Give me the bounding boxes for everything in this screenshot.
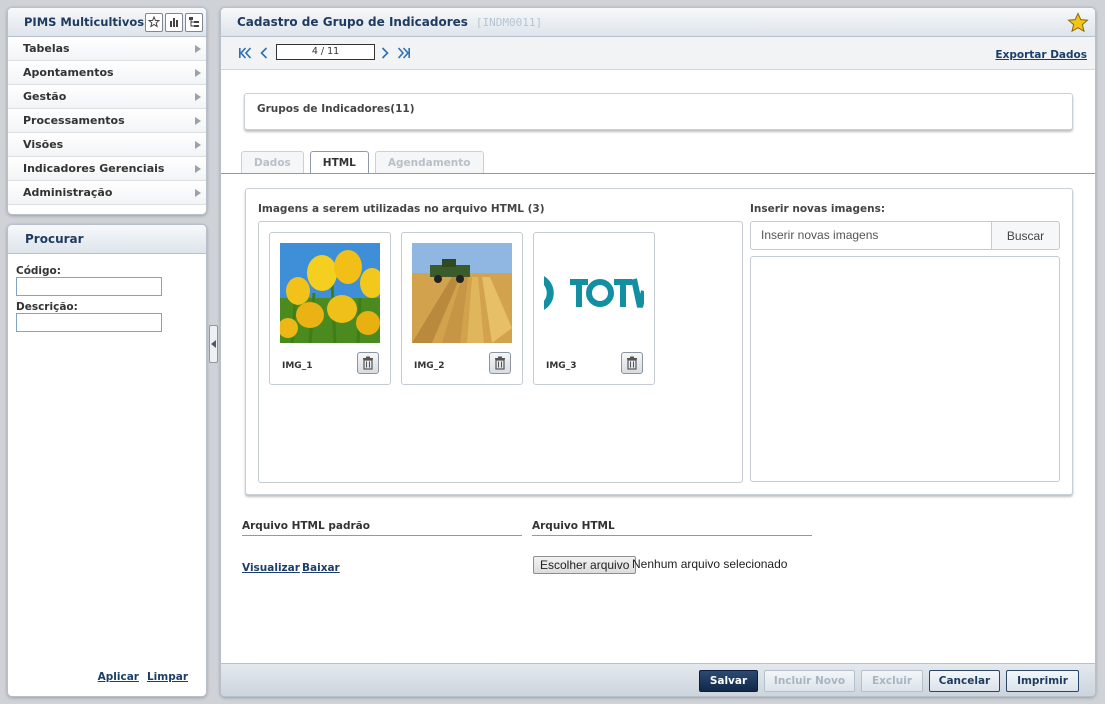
record-pager[interactable]: 4 / 11 bbox=[276, 44, 375, 60]
chevron-right-icon bbox=[195, 93, 201, 101]
html-file-title: Arquivo HTML bbox=[532, 520, 615, 532]
collapse-sidebar-handle[interactable] bbox=[209, 325, 218, 363]
group-title: Grupos de Indicadores(11) bbox=[257, 103, 415, 115]
tab-dados[interactable]: Dados bbox=[241, 151, 304, 173]
tree-list-icon[interactable] bbox=[185, 12, 203, 32]
default-html-file-title: Arquivo HTML padrão bbox=[242, 520, 370, 532]
search-actions: Aplicar Limpar bbox=[98, 671, 188, 683]
page-header: Cadastro de Grupo de Indicadores [INDM00… bbox=[221, 8, 1095, 37]
menu-item-processamentos[interactable]: Processamentos bbox=[8, 109, 206, 133]
menu-item-tabelas[interactable]: Tabelas bbox=[8, 37, 206, 61]
image-gallery: IMG_1 IMG_2 IMG_3 bbox=[258, 221, 743, 483]
menu-item-apontamentos[interactable]: Apontamentos bbox=[8, 61, 206, 85]
image-name: IMG_3 bbox=[546, 361, 577, 371]
new-images-list bbox=[750, 256, 1060, 482]
image-name: IMG_2 bbox=[414, 361, 445, 371]
chart-icon[interactable] bbox=[165, 12, 183, 32]
tulips-photo-icon bbox=[280, 243, 380, 343]
chevron-right-icon bbox=[195, 45, 201, 53]
chevron-right-icon bbox=[195, 189, 201, 197]
next-record-icon[interactable] bbox=[378, 46, 392, 60]
action-footer: Salvar Incluir Novo Excluir Cancelar Imp… bbox=[221, 663, 1095, 696]
trash-icon[interactable] bbox=[489, 352, 511, 374]
menu-item-visoes[interactable]: Visões bbox=[8, 133, 206, 157]
chevron-right-icon bbox=[195, 141, 201, 149]
insert-images-input[interactable]: Inserir novas imagens bbox=[750, 221, 992, 250]
choose-file-button[interactable]: Escolher arquivo bbox=[533, 556, 637, 574]
tab-html[interactable]: HTML bbox=[309, 151, 369, 174]
menu-item-label: Processamentos bbox=[23, 114, 125, 127]
search-panel: Procurar Código: Descrição: Aplicar Limp… bbox=[7, 224, 207, 697]
last-record-icon[interactable] bbox=[397, 46, 411, 60]
clear-link[interactable]: Limpar bbox=[147, 671, 188, 683]
download-link[interactable]: Baixar bbox=[302, 562, 340, 574]
search-images-button[interactable]: Buscar bbox=[991, 221, 1060, 250]
chevron-right-icon bbox=[195, 117, 201, 125]
apply-link[interactable]: Aplicar bbox=[98, 671, 139, 683]
totvs-logo-icon bbox=[544, 243, 644, 343]
menu-item-label: Apontamentos bbox=[23, 66, 114, 79]
no-file-status: Nenhum arquivo selecionado bbox=[632, 557, 788, 571]
descricao-input[interactable] bbox=[16, 313, 162, 332]
page-title: Cadastro de Grupo de Indicadores bbox=[237, 15, 468, 29]
menu-item-label: Gestão bbox=[23, 90, 67, 103]
tab-divider bbox=[221, 173, 1095, 174]
trash-icon[interactable] bbox=[357, 352, 379, 374]
divider bbox=[242, 535, 522, 536]
print-button[interactable]: Imprimir bbox=[1006, 670, 1079, 692]
menu-header: PIMS Multicultivos bbox=[8, 8, 206, 37]
menu-item-label: Visões bbox=[23, 138, 64, 151]
menu-item-administracao[interactable]: Administração bbox=[8, 181, 206, 205]
main-menu-panel: PIMS Multicultivos Tabelas Apontamentos … bbox=[7, 7, 207, 215]
menu-item-gestao[interactable]: Gestão bbox=[8, 85, 206, 109]
image-card[interactable]: IMG_2 bbox=[401, 232, 523, 385]
chevron-right-icon bbox=[195, 69, 201, 77]
chevron-left-icon bbox=[211, 340, 216, 348]
app-title: PIMS Multicultivos bbox=[24, 15, 145, 29]
save-button[interactable]: Salvar bbox=[699, 670, 758, 692]
images-title: Imagens a serem utilizadas no arquivo HT… bbox=[258, 203, 545, 215]
main-panel: Cadastro de Grupo de Indicadores [INDM00… bbox=[220, 7, 1096, 697]
favorite-star-icon[interactable] bbox=[1067, 12, 1089, 34]
menu-item-label: Tabelas bbox=[23, 42, 70, 55]
image-card[interactable]: IMG_3 bbox=[533, 232, 655, 385]
cancel-button[interactable]: Cancelar bbox=[929, 670, 1000, 692]
menu-item-indicadores-gerenciais[interactable]: Indicadores Gerenciais bbox=[8, 157, 206, 181]
view-link[interactable]: Visualizar bbox=[242, 562, 300, 574]
tab-agendamento[interactable]: Agendamento bbox=[374, 151, 484, 173]
delete-button[interactable]: Excluir bbox=[861, 670, 923, 692]
trash-icon[interactable] bbox=[621, 352, 643, 374]
descricao-label: Descrição: bbox=[16, 301, 78, 313]
menu-item-label: Administração bbox=[23, 186, 113, 199]
header-icons bbox=[145, 12, 203, 32]
tab-bar: Dados HTML Agendamento bbox=[241, 151, 484, 174]
first-record-icon[interactable] bbox=[238, 46, 252, 60]
codigo-label: Código: bbox=[16, 265, 61, 277]
page-code: [INDM0011] bbox=[475, 15, 543, 29]
divider bbox=[532, 535, 812, 536]
chevron-right-icon bbox=[195, 165, 201, 173]
export-data-link[interactable]: Exportar Dados bbox=[995, 49, 1087, 61]
wheat-harvest-photo-icon bbox=[412, 243, 512, 343]
previous-record-icon[interactable] bbox=[257, 46, 271, 60]
html-images-box: Imagens a serem utilizadas no arquivo HT… bbox=[245, 188, 1073, 495]
record-toolbar: 4 / 11 Exportar Dados bbox=[221, 37, 1095, 70]
image-card[interactable]: IMG_1 bbox=[269, 232, 391, 385]
codigo-input[interactable] bbox=[16, 277, 162, 296]
group-title-box: Grupos de Indicadores(11) bbox=[244, 93, 1073, 130]
favorites-star-icon[interactable] bbox=[145, 12, 163, 32]
add-new-button[interactable]: Incluir Novo bbox=[764, 670, 855, 692]
menu-item-label: Indicadores Gerenciais bbox=[23, 162, 165, 175]
search-panel-title: Procurar bbox=[8, 225, 206, 254]
insert-images-title: Inserir novas imagens: bbox=[750, 203, 886, 215]
image-name: IMG_1 bbox=[282, 361, 313, 371]
